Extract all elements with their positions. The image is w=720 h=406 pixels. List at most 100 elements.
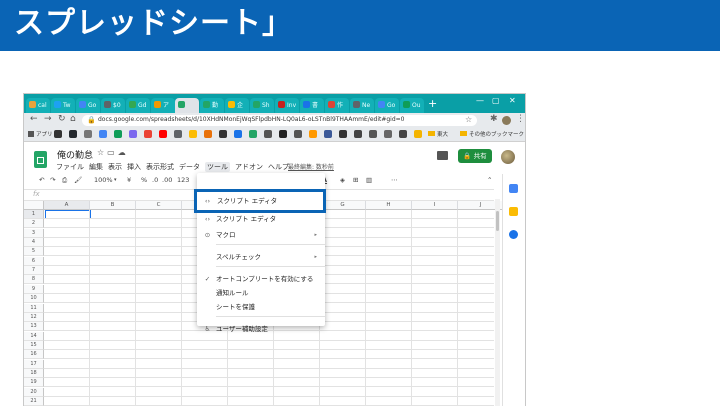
more-formats[interactable]: 123 <box>177 176 189 184</box>
scrollbar-thumb[interactable] <box>496 211 499 231</box>
menu-item-accessibility[interactable]: ♿ ユーザー補助設定 <box>197 324 325 335</box>
menu-item-macro[interactable]: ⊙ マクロ ▸ <box>197 230 325 241</box>
tab[interactable] <box>175 98 199 113</box>
extension-icon[interactable]: ✱ <box>490 114 498 124</box>
paint-format-icon[interactable]: 🖌 <box>74 176 82 184</box>
tasks-icon[interactable] <box>509 230 518 239</box>
table-row[interactable] <box>44 378 494 388</box>
bookmark-icon[interactable] <box>174 130 182 138</box>
bookmark-icon[interactable] <box>54 130 62 138</box>
bookmark-icon[interactable] <box>99 130 107 138</box>
row-header[interactable]: 5 <box>24 247 44 257</box>
star-icon[interactable]: ☆ <box>97 148 107 157</box>
row-header[interactable]: 17 <box>24 359 44 369</box>
sheets-logo-icon[interactable] <box>34 151 47 168</box>
bookmark-icon[interactable] <box>354 130 362 138</box>
bookmark-folder-todai[interactable]: 東大 <box>428 130 448 138</box>
row-header[interactable]: 11 <box>24 303 44 313</box>
bookmark-icon[interactable] <box>204 130 212 138</box>
tab[interactable]: ア <box>151 98 175 113</box>
keep-icon[interactable] <box>509 207 518 216</box>
row-header[interactable]: 18 <box>24 368 44 378</box>
comment-icon[interactable] <box>437 151 448 160</box>
tab[interactable]: Inv <box>275 98 299 113</box>
column-header[interactable]: B <box>90 201 136 210</box>
tab[interactable]: Ne <box>350 98 374 113</box>
cloud-icon[interactable]: ☁ <box>118 148 129 157</box>
select-all-corner[interactable] <box>24 201 44 210</box>
bookmark-icon[interactable] <box>324 130 332 138</box>
column-header[interactable]: H <box>366 201 412 210</box>
menu-5[interactable]: データ <box>179 163 200 171</box>
bookmark-icon[interactable] <box>384 130 392 138</box>
new-tab-icon[interactable]: + <box>428 97 437 110</box>
row-header[interactable]: 6 <box>24 256 44 266</box>
avatar[interactable] <box>501 150 515 164</box>
bookmark-icon[interactable] <box>189 130 197 138</box>
column-header[interactable]: G <box>320 201 366 210</box>
bookmark-icon[interactable] <box>234 130 242 138</box>
menu-item-protect[interactable]: シートを保護 <box>197 302 325 313</box>
move-folder-icon[interactable]: ▭ <box>107 148 118 157</box>
row-header[interactable]: 14 <box>24 331 44 341</box>
bookmark-icon[interactable] <box>114 130 122 138</box>
bookmark-icon[interactable] <box>279 130 287 138</box>
tab[interactable]: cal <box>26 98 50 113</box>
minimize-icon[interactable]: — <box>476 96 484 105</box>
increase-decimal[interactable]: .00 <box>162 176 172 184</box>
bookmark-icon[interactable] <box>144 130 152 138</box>
zoom-select[interactable]: 100% <box>94 176 113 184</box>
bookmark-icon[interactable] <box>399 130 407 138</box>
close-window-icon[interactable]: ✕ <box>509 96 516 105</box>
column-header[interactable]: A <box>44 201 90 210</box>
tab[interactable]: 勤 <box>200 98 224 113</box>
row-header[interactable]: 2 <box>24 219 44 229</box>
tab[interactable]: Gd <box>126 98 150 113</box>
bookmark-icon[interactable] <box>159 130 167 138</box>
row-header[interactable]: 10 <box>24 294 44 304</box>
row-header[interactable]: 13 <box>24 322 44 332</box>
row-header[interactable]: 9 <box>24 284 44 294</box>
table-row[interactable] <box>44 360 494 369</box>
menu-6[interactable]: ツール <box>205 162 230 172</box>
tab[interactable]: 企 <box>225 98 249 113</box>
menu-7[interactable]: アドオン <box>235 163 263 171</box>
omnibox[interactable]: 🔒 docs.google.com/spreadsheets/d/10XHdNM… <box>82 115 477 126</box>
column-header[interactable]: I <box>412 201 458 210</box>
table-row[interactable] <box>44 350 494 360</box>
maximize-icon[interactable]: ▢ <box>492 96 500 105</box>
menu-0[interactable]: ファイル <box>56 163 84 171</box>
bookmark-icon[interactable] <box>369 130 377 138</box>
bookmark-icon[interactable] <box>84 130 92 138</box>
bookmark-icon[interactable] <box>264 130 272 138</box>
bookmark-icon[interactable] <box>294 130 302 138</box>
bookmark-star-icon[interactable]: ☆ <box>465 115 472 124</box>
menu-8[interactable]: ヘルプ <box>268 163 289 171</box>
row-header[interactable]: 8 <box>24 275 44 285</box>
other-bookmarks[interactable]: その他のブックマーク <box>460 130 524 138</box>
tab[interactable]: Sh <box>250 98 274 113</box>
borders-icon[interactable]: ⊞ <box>353 176 358 184</box>
tab[interactable]: 書 <box>300 98 324 113</box>
bookmark-icon[interactable] <box>249 130 257 138</box>
menu-item-notification[interactable]: 通知ルール <box>197 288 325 299</box>
apps-label[interactable]: アプリ <box>28 130 53 138</box>
tab[interactable]: Ou <box>400 98 424 113</box>
column-header[interactable]: C <box>136 201 182 210</box>
menu-2[interactable]: 表示 <box>108 163 122 171</box>
table-row[interactable] <box>44 341 494 350</box>
menu-item-script-editor[interactable]: ‹› スクリプト エディタ <box>197 214 325 225</box>
row-header[interactable]: 15 <box>24 340 44 350</box>
profile-avatar[interactable] <box>502 116 511 125</box>
bookmark-icon[interactable] <box>69 130 77 138</box>
merge-cells-icon[interactable]: ▥ <box>366 176 372 184</box>
menu-1[interactable]: 編集 <box>89 163 103 171</box>
undo-icon[interactable]: ↶ <box>39 176 44 184</box>
reload-icon[interactable]: ↻ <box>58 114 66 124</box>
more-tools-icon[interactable]: ⋯ <box>391 176 398 184</box>
collapse-toolbar-icon[interactable]: ⌃ <box>487 176 492 184</box>
row-header[interactable]: 3 <box>24 228 44 238</box>
forward-icon[interactable]: → <box>44 114 52 124</box>
decrease-decimal[interactable]: .0 <box>152 176 158 184</box>
row-header[interactable]: 4 <box>24 238 44 248</box>
